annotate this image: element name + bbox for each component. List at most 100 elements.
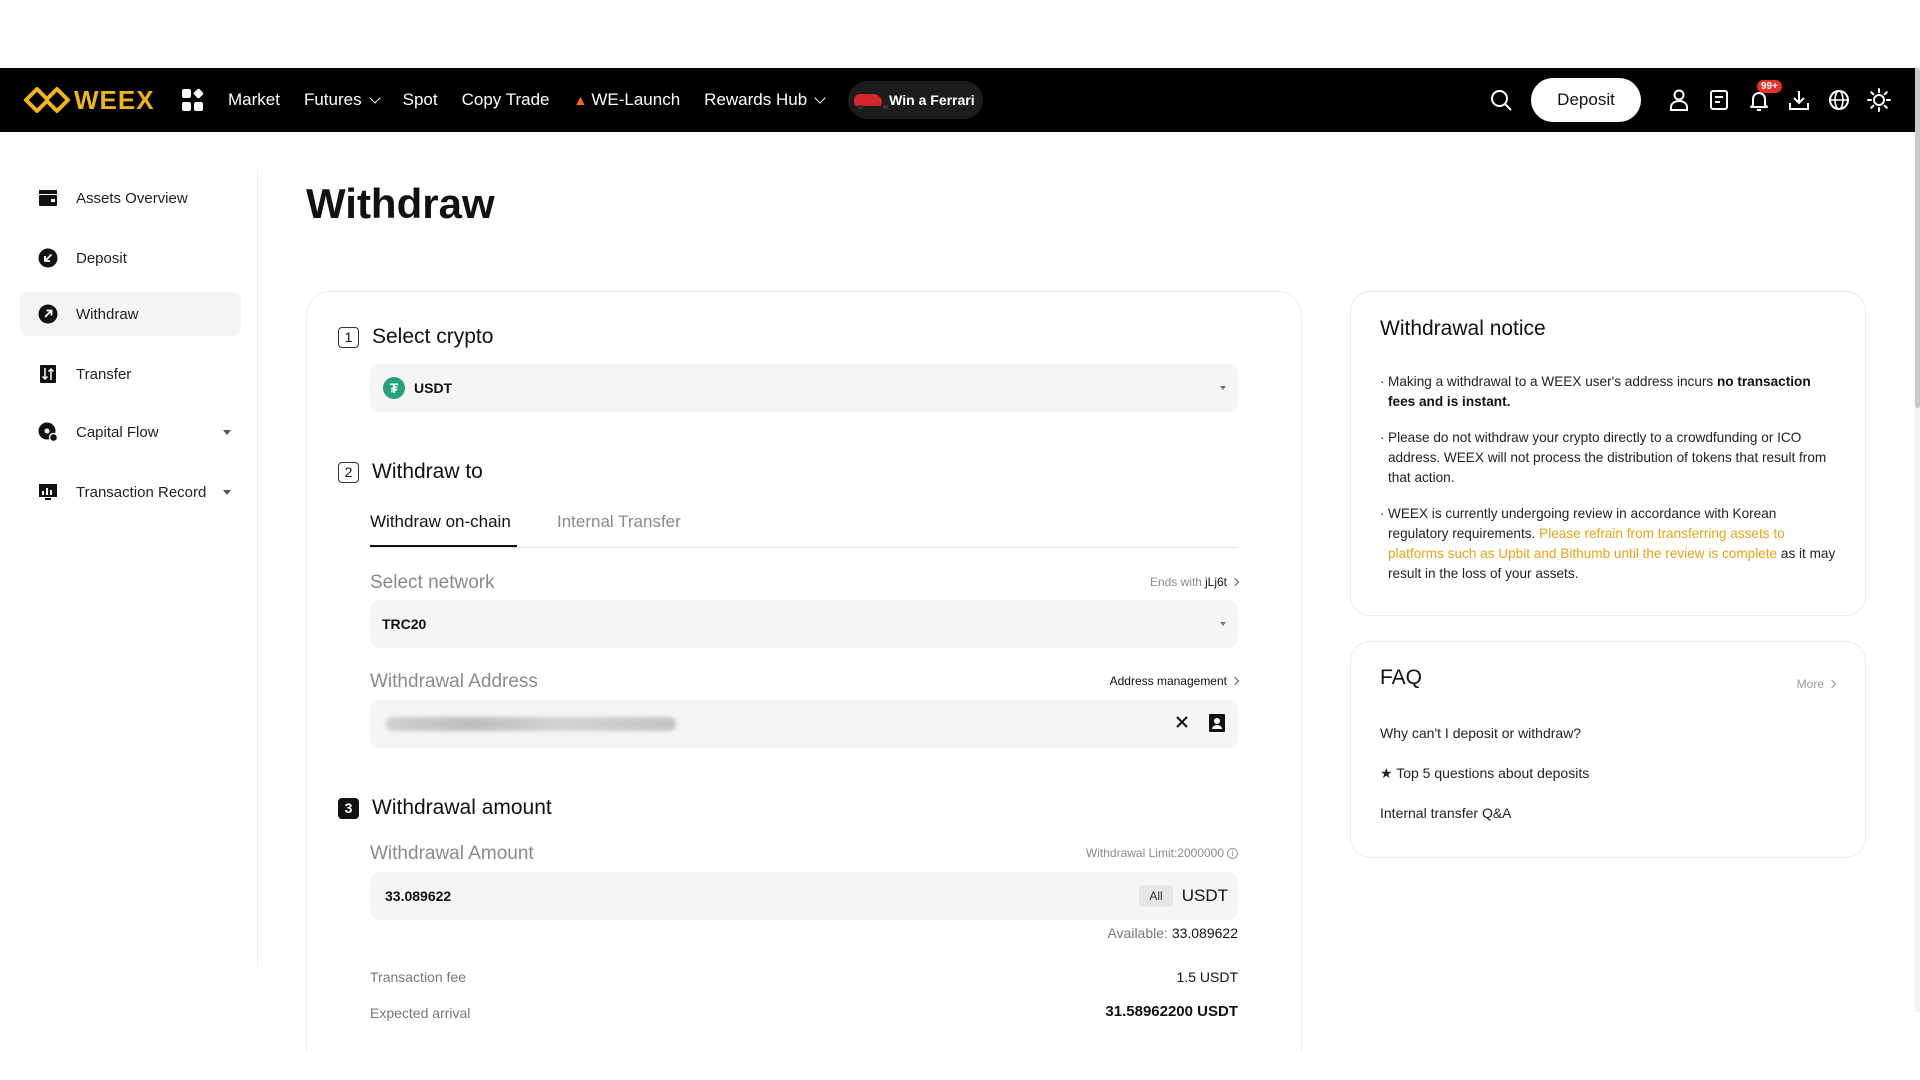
sidebar-item-label: Withdraw	[76, 305, 139, 323]
network-select[interactable]: TRC20	[370, 600, 1238, 648]
nav-actions: Deposit 99+	[1473, 78, 1891, 122]
withdrawal-notice-card: Withdrawal notice Making a withdrawal to…	[1350, 291, 1866, 616]
page-scrollbar[interactable]	[1915, 68, 1920, 1012]
available-balance: Available: 33.089622	[1107, 925, 1238, 941]
notice-text: Please do not withdraw your crypto direc…	[1388, 430, 1827, 485]
transfer-icon	[38, 364, 58, 384]
nav-copy-trade[interactable]: Copy Trade	[462, 90, 550, 110]
weex-logo[interactable]: WEEX	[24, 85, 160, 116]
step-number: 3	[338, 797, 359, 819]
faq-item[interactable]: Why can't I deposit or withdraw?	[1380, 725, 1581, 741]
deposit-arrow-icon	[38, 248, 58, 268]
arrival-label: Expected arrival	[370, 1005, 471, 1021]
step-select-crypto: 1 Select crypto	[338, 325, 493, 349]
wallet-icon	[38, 188, 58, 208]
sidebar-item-assets-overview[interactable]: Assets Overview	[20, 176, 241, 220]
nav-market-label: Market	[228, 90, 280, 109]
available-label: Available:	[1107, 925, 1168, 941]
network-select-value: TRC20	[382, 616, 427, 632]
redacted-address	[386, 717, 676, 731]
step-number: 2	[338, 461, 359, 483]
weex-logo-mark	[24, 87, 70, 113]
chevron-down-icon	[368, 92, 381, 104]
address-book-icon[interactable]	[1208, 713, 1226, 736]
active-tab-indicator	[370, 545, 517, 547]
caret-down-icon[interactable]	[223, 429, 231, 435]
nav-market[interactable]: Market	[228, 90, 280, 110]
address-label: Withdrawal Address	[370, 671, 538, 692]
network-label: Select network	[370, 572, 495, 593]
dropdown-arrow-icon	[1220, 386, 1226, 390]
chevron-right-icon	[1230, 676, 1240, 686]
notice-text: Making a withdrawal to a WEEX user's add…	[1388, 374, 1717, 389]
address-management-label: Address management	[1109, 674, 1227, 688]
notice-item: Please do not withdraw your crypto direc…	[1380, 428, 1840, 488]
faq-more-link[interactable]: More	[1796, 677, 1837, 691]
faq-item[interactable]: Internal transfer Q&A	[1380, 805, 1512, 821]
sidebar-item-deposit[interactable]: Deposit	[20, 236, 241, 280]
sidebar-item-label: Transaction Record	[76, 483, 207, 501]
all-button[interactable]: All	[1139, 885, 1173, 907]
amount-value: 33.089622	[385, 888, 452, 904]
sidebar-item-label: Assets Overview	[76, 189, 188, 207]
user-icon[interactable]	[1667, 88, 1691, 112]
nav-spot-label: Spot	[402, 90, 438, 109]
orders-icon[interactable]	[1707, 88, 1731, 112]
sidebar-item-label: Transfer	[76, 365, 132, 383]
amount-input[interactable]: 33.089622 All USDT	[370, 872, 1238, 920]
step-withdrawal-amount: 3 Withdrawal amount	[338, 796, 552, 820]
withdraw-arrow-icon	[38, 304, 58, 324]
faq-title: FAQ	[1380, 666, 1423, 689]
step-withdraw-to: 2 Withdraw to	[338, 460, 483, 484]
address-input[interactable]	[370, 700, 1238, 748]
globe-icon[interactable]	[1827, 88, 1851, 112]
notification-badge: 99+	[1757, 80, 1782, 93]
step-title: Select crypto	[372, 325, 494, 348]
tab-withdraw-on-chain[interactable]: Withdraw on-chain	[370, 512, 511, 532]
nav-we-launch[interactable]: ▲ WE-Launch	[573, 90, 680, 110]
search-icon[interactable]	[1489, 88, 1513, 112]
network-hint-prefix: Ends with	[1149, 575, 1202, 589]
withdrawal-limit-label: Withdrawal Limit:2000000	[1085, 846, 1224, 860]
crypto-select[interactable]: ₮ USDT	[370, 364, 1238, 412]
apps-grid-icon[interactable]	[182, 88, 204, 111]
scrollbar-thumb[interactable]	[1915, 68, 1920, 408]
ferrari-car-icon	[854, 94, 889, 109]
network-hint[interactable]: Ends with jLj6t	[1149, 575, 1240, 589]
notice-item: WEEX is currently undergoing review in a…	[1380, 504, 1840, 584]
download-icon[interactable]	[1787, 88, 1811, 112]
sidebar-item-transfer[interactable]: Transfer	[20, 352, 241, 396]
nav-futures[interactable]: Futures	[303, 90, 381, 110]
caret-down-icon[interactable]	[223, 489, 231, 495]
step-title: Withdraw to	[372, 460, 483, 483]
sidebar-item-label: Capital Flow	[76, 423, 159, 441]
chevron-right-icon	[1827, 679, 1837, 689]
info-icon[interactable]: i	[1227, 847, 1238, 859]
faq-more-label: More	[1796, 677, 1824, 691]
promo-label: Win a Ferrari	[889, 92, 975, 108]
chevron-down-icon	[814, 92, 826, 104]
nav-we-launch-label: WE-Launch	[591, 90, 681, 109]
clear-icon[interactable]	[1174, 714, 1190, 733]
faq-item[interactable]: ★ Top 5 questions about deposits	[1380, 765, 1589, 782]
theme-sun-icon[interactable]	[1867, 88, 1891, 112]
crypto-select-value: USDT	[414, 380, 453, 396]
step-number: 1	[338, 326, 359, 348]
nav-spot[interactable]: Spot	[403, 90, 438, 110]
win-ferrari-promo[interactable]: Win a Ferrari	[848, 81, 983, 119]
withdrawal-limit: Withdrawal Limit:2000000 i	[1086, 846, 1238, 860]
page-title: Withdraw	[306, 180, 495, 227]
flame-icon: ▲	[573, 92, 588, 108]
nav-rewards-hub-label: Rewards Hub	[704, 90, 808, 109]
bell-icon[interactable]: 99+	[1747, 80, 1782, 112]
sidebar-item-capital-flow[interactable]: Capital Flow	[20, 410, 241, 454]
deposit-button[interactable]: Deposit	[1531, 78, 1641, 122]
network-hint-value: jLj6t	[1204, 575, 1227, 589]
nav-futures-label: Futures	[303, 90, 362, 109]
sidebar-item-transaction-record[interactable]: Transaction Record	[20, 470, 241, 514]
nav-rewards-hub[interactable]: Rewards Hub	[704, 90, 826, 110]
address-management-link[interactable]: Address management	[1109, 674, 1240, 688]
tab-internal-transfer[interactable]: Internal Transfer	[557, 512, 681, 532]
sidebar-item-withdraw[interactable]: Withdraw	[20, 292, 241, 336]
fee-label: Transaction fee	[370, 969, 466, 985]
